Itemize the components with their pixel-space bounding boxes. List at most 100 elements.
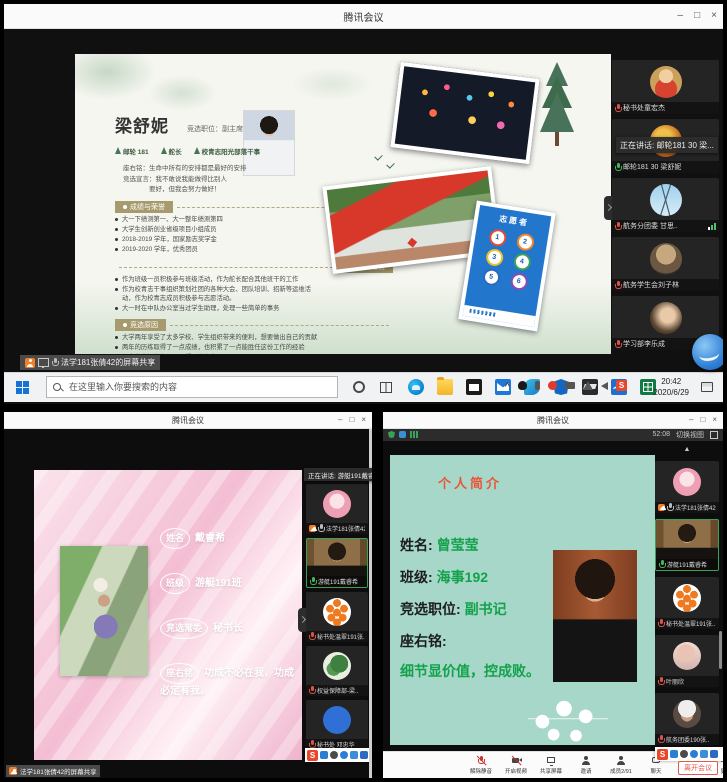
cortana-icon[interactable]	[353, 381, 365, 393]
participant-avatar	[323, 490, 351, 518]
field-label: 姓名	[160, 528, 190, 549]
speaker-tray-icon[interactable]	[601, 382, 608, 390]
participant-name: 航务学生会刘子林	[623, 280, 679, 290]
declaration-line2: 要好，但我会努力做好！	[123, 185, 227, 195]
file-explorer-icon[interactable]	[437, 379, 453, 395]
taskbar-clock[interactable]: 20:42 2020/6/29	[653, 376, 689, 398]
poster-number: 4	[512, 252, 531, 271]
bullet-item: 大学生创新创业省级项目小组成员	[115, 225, 323, 234]
invite-button[interactable]: 邀请	[572, 755, 600, 775]
scroll-up-arrow[interactable]: ▲	[655, 445, 719, 455]
network-tray-icon[interactable]	[583, 381, 593, 390]
candidate-motto: 座右铭：生命中所有的安排都是最好的安排	[123, 162, 247, 172]
tray-icon[interactable]	[340, 751, 348, 759]
task-view-icon[interactable]	[380, 382, 392, 393]
field-value: 游艇191班	[195, 578, 242, 589]
close-button[interactable]: ×	[711, 11, 717, 21]
camera-tray-icon[interactable]	[565, 382, 575, 389]
switch-view-button[interactable]: 切换视图	[676, 430, 704, 440]
tray-icon[interactable]	[710, 750, 718, 758]
participant-tile[interactable]: 秘书处 邓忠华	[306, 700, 368, 750]
store-icon[interactable]	[466, 379, 482, 395]
maximize-button[interactable]: □	[349, 416, 354, 424]
participant-tile[interactable]: 航务学生会刘子林	[612, 237, 719, 291]
tray-icon[interactable]	[700, 750, 708, 758]
recorder-tray-icon[interactable]	[548, 381, 557, 390]
bullet-item: 作为班级一员积极参与班级活动，作为舵长配合其他班干的工作	[115, 275, 323, 284]
tray-icon[interactable]	[680, 750, 688, 758]
maximize-button[interactable]: □	[694, 11, 700, 21]
tray-icon[interactable]	[690, 750, 698, 758]
participant-avatar	[323, 706, 351, 734]
participant-name: 叶丽欣	[666, 677, 684, 686]
participant-tile-active-speaker[interactable]: 游艇191戴睿希	[655, 519, 719, 571]
sogou-input-icon[interactable]: S	[616, 380, 627, 391]
participant-tile[interactable]: 秘书处温翠191张..	[306, 592, 368, 642]
muted-mic-icon	[615, 222, 621, 231]
shared-presentation-slide: 梁舒妮 竞选职位：副主席 邮轮 181 舵长 校青志阳光部落干事 座右铭：生命中…	[75, 54, 611, 354]
bird-doodle	[374, 152, 382, 160]
action-center-icon[interactable]	[701, 382, 713, 392]
minimize-button[interactable]: –	[678, 11, 684, 21]
titlebar: 腾讯会议 – □ ×	[383, 412, 723, 429]
minimize-button[interactable]: –	[338, 416, 342, 424]
sogou-input-icon[interactable]: S	[657, 749, 668, 760]
sidebar-collapse-handle[interactable]	[298, 608, 306, 632]
input-mode-icon[interactable]	[320, 751, 328, 759]
leave-meeting-button[interactable]: 离开会议	[678, 761, 718, 775]
participant-tile[interactable]: 航务分团委 甘思..	[612, 178, 719, 232]
unmute-button[interactable]: 解除静音	[467, 755, 495, 775]
participant-tile[interactable]: 权益保障部-梁..	[306, 646, 368, 696]
start-button[interactable]	[16, 381, 29, 394]
sogou-input-icon[interactable]: S	[307, 750, 318, 761]
search-icon	[53, 383, 62, 392]
start-video-button[interactable]: 开启视频	[502, 755, 530, 775]
participant-tile[interactable]: 法学181张倩42..	[306, 484, 368, 534]
share-screen-button[interactable]: 共享屏幕	[537, 755, 565, 775]
field-value: 副书记	[465, 601, 507, 617]
participant-tile[interactable]: 秘书处温翠191张..	[655, 577, 719, 629]
participants-sidebar: 法学181张倩42.. 游艇191戴睿希 秘书处温翠191张.. 权益保障部-梁…	[306, 484, 368, 750]
maximize-button[interactable]: □	[700, 416, 705, 424]
close-button[interactable]: ×	[712, 416, 717, 424]
taskbar-search[interactable]	[46, 376, 338, 398]
input-mode-icon[interactable]	[670, 750, 678, 758]
tray-icon[interactable]	[360, 751, 368, 759]
candidate-photo	[60, 546, 148, 676]
presenter-icon	[309, 525, 316, 532]
members-button[interactable]: 成员2/91	[607, 755, 635, 775]
participant-tile[interactable]: 叶丽欣	[655, 635, 719, 687]
section-title: 成绩与荣誉	[115, 201, 173, 213]
close-button[interactable]: ×	[361, 416, 366, 424]
participant-tile-active-speaker[interactable]: 游艇191戴睿希	[306, 538, 368, 588]
taskbar-search-input[interactable]	[67, 381, 331, 393]
participant-avatar	[650, 302, 682, 334]
poster-number: 1	[488, 228, 507, 247]
tray-icon[interactable]	[350, 751, 358, 759]
tray-icon[interactable]	[330, 751, 338, 759]
fullscreen-icon[interactable]	[710, 431, 718, 439]
participant-tile[interactable]: 法学181张倩42..	[655, 461, 719, 513]
mic-icon	[318, 524, 324, 533]
participant-name: 秘书处温翠191张..	[317, 632, 365, 641]
minimize-button[interactable]: –	[689, 416, 693, 424]
tray-overflow-icon[interactable]: ^	[505, 381, 510, 391]
sidebar-scrollbar[interactable]	[719, 631, 722, 669]
button-label: 邀请	[580, 767, 591, 775]
active-mic-icon	[615, 163, 621, 172]
participant-name: 秘书处童宏杰	[623, 103, 665, 113]
participants-sidebar: 秘书处童宏杰 邮轮181 30 梁舒妮 航务分团委 甘思.. 航务	[612, 60, 719, 350]
edge-icon[interactable]	[408, 379, 424, 395]
volume-indicator-icon	[708, 223, 716, 230]
active-mic-icon	[310, 577, 316, 586]
qq-tray-icon[interactable]	[518, 381, 527, 390]
participant-avatar	[650, 184, 682, 216]
participant-tile[interactable]: 航务团委190张..	[655, 693, 719, 745]
participant-name: 邮轮181 30 梁舒妮	[623, 162, 681, 172]
sidebar-collapse-handle[interactable]	[604, 196, 612, 220]
slide-text: 姓名戴睿希 班级游艇191班 竞选常委秘书长 座右铭功成不必在我，功成必定有我。	[160, 528, 296, 723]
bullet-list: 大一下绩测第一、大一整年绩测第四 大学生创新创业省级项目小组成员 2018-20…	[115, 215, 323, 254]
participant-tile[interactable]: 秘书处童宏杰	[612, 60, 719, 114]
mini-taskbar: S	[655, 747, 723, 761]
mic-tray-icon[interactable]	[535, 381, 540, 390]
